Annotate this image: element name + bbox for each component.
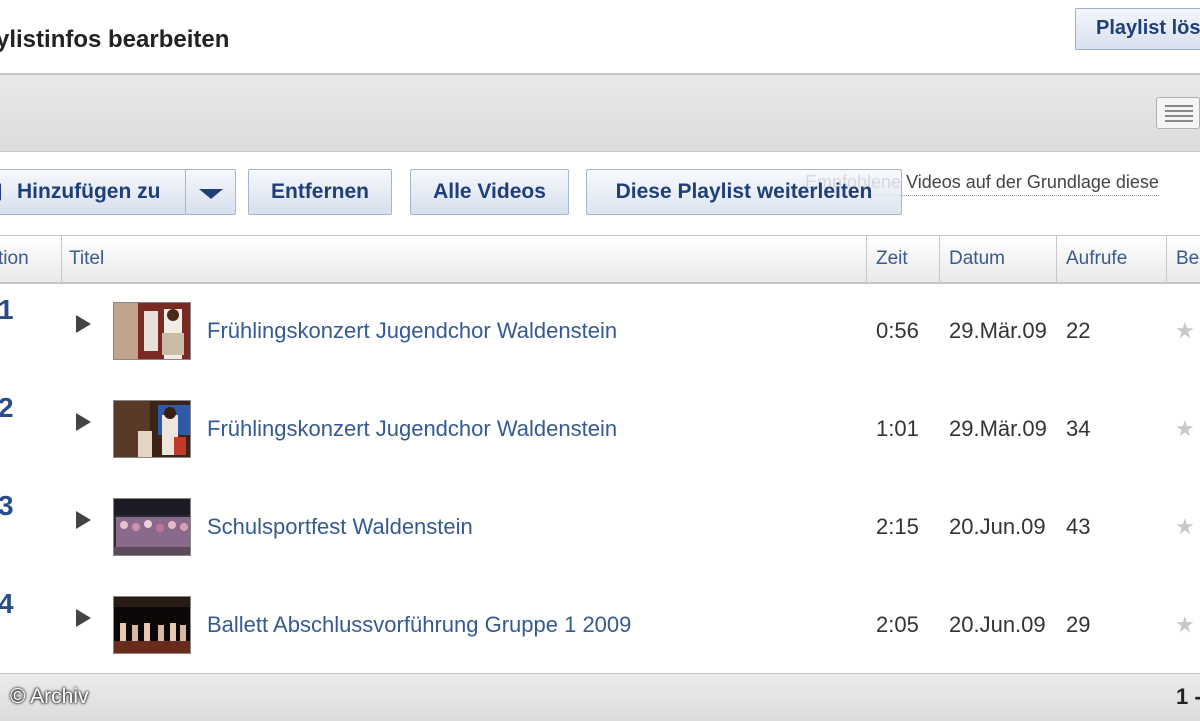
- column-date[interactable]: Datum: [949, 236, 1005, 282]
- copyright-watermark: © Archiv: [10, 685, 89, 708]
- video-views: 43: [1066, 514, 1091, 539]
- video-thumbnail[interactable]: [113, 400, 191, 458]
- video-views: 29: [1066, 612, 1091, 637]
- column-divider: [61, 236, 62, 282]
- column-divider: [1056, 236, 1057, 282]
- share-playlist-button[interactable]: Diese Playlist weiterleiten: [586, 169, 902, 215]
- thumbnail-image: [114, 303, 190, 359]
- rating-star-icon[interactable]: ★: [1175, 318, 1195, 344]
- rating-star-icon[interactable]: ★: [1175, 514, 1195, 540]
- playlist-header-band: [0, 75, 1200, 152]
- all-videos-button[interactable]: Alle Videos: [410, 169, 569, 215]
- video-duration: 0:56: [876, 318, 919, 343]
- thumbnail-image: [114, 401, 190, 457]
- column-rating[interactable]: Be: [1176, 236, 1199, 282]
- row-position: 4: [0, 588, 14, 619]
- video-date: 29.Mär.09: [949, 416, 1047, 441]
- video-thumbnail[interactable]: [113, 302, 191, 360]
- play-icon[interactable]: [76, 511, 91, 529]
- table-row[interactable]: 3 Schulsportfest Waldenstein 2:15 20.Jun…: [0, 478, 1200, 576]
- video-thumbnail[interactable]: [113, 596, 191, 654]
- row-position: 1: [0, 294, 14, 325]
- row-position: 2: [0, 392, 14, 423]
- play-icon[interactable]: [76, 315, 91, 333]
- thumbnail-image: [114, 499, 190, 555]
- add-to-dropdown-button[interactable]: [185, 169, 236, 215]
- list-view-icon[interactable]: [1156, 97, 1200, 129]
- table-header: tion Titel Zeit Datum Aufrufe Be: [0, 235, 1200, 284]
- video-date: 20.Jun.09: [949, 612, 1046, 637]
- video-title-link[interactable]: Frühlingskonzert Jugendchor Waldenstein: [207, 318, 617, 344]
- column-title[interactable]: Titel: [69, 236, 104, 282]
- column-views[interactable]: Aufrufe: [1066, 236, 1127, 282]
- video-views: 22: [1066, 318, 1091, 343]
- column-divider: [1166, 236, 1167, 282]
- video-views: 34: [1066, 416, 1091, 441]
- row-position: 3: [0, 490, 14, 521]
- delete-playlist-button[interactable]: Playlist lös: [1075, 8, 1200, 50]
- table-row[interactable]: 2 Frühlingskonzert Jugendchor Waldenstei…: [0, 380, 1200, 478]
- add-to-button[interactable]: Hinzufügen zu: [0, 169, 186, 215]
- video-duration: 2:05: [876, 612, 919, 637]
- video-duration: 1:01: [876, 416, 919, 441]
- column-time[interactable]: Zeit: [876, 236, 908, 282]
- table-row[interactable]: 1 Frühlingskonzert Jugendchor Waldenstei…: [0, 282, 1200, 380]
- table-row[interactable]: 4 Ballett Abschlussvorführung Gruppe 1 2…: [0, 576, 1200, 674]
- rating-star-icon[interactable]: ★: [1175, 416, 1195, 442]
- play-icon[interactable]: [76, 413, 91, 431]
- video-date: 29.Mär.09: [949, 318, 1047, 343]
- page-title: ylistinfos bearbeiten: [0, 26, 230, 53]
- column-position[interactable]: tion: [0, 236, 29, 282]
- checkbox-icon: [0, 183, 1, 201]
- remove-button[interactable]: Entfernen: [248, 169, 392, 215]
- video-thumbnail[interactable]: [113, 498, 191, 556]
- pagination-info: 1 -: [1176, 684, 1200, 709]
- video-title-link[interactable]: Frühlingskonzert Jugendchor Waldenstein: [207, 416, 617, 442]
- thumbnail-image: [114, 597, 190, 653]
- video-title-link[interactable]: Schulsportfest Waldenstein: [207, 514, 473, 540]
- play-icon[interactable]: [76, 609, 91, 627]
- column-divider: [866, 236, 867, 282]
- video-date: 20.Jun.09: [949, 514, 1046, 539]
- video-title-link[interactable]: Ballett Abschlussvorführung Gruppe 1 200…: [207, 612, 631, 638]
- rating-star-icon[interactable]: ★: [1175, 612, 1195, 638]
- add-to-label: Hinzufügen zu: [17, 180, 161, 203]
- table-footer: [0, 673, 1200, 721]
- column-divider: [939, 236, 940, 282]
- video-duration: 2:15: [876, 514, 919, 539]
- chevron-down-icon: [199, 189, 223, 199]
